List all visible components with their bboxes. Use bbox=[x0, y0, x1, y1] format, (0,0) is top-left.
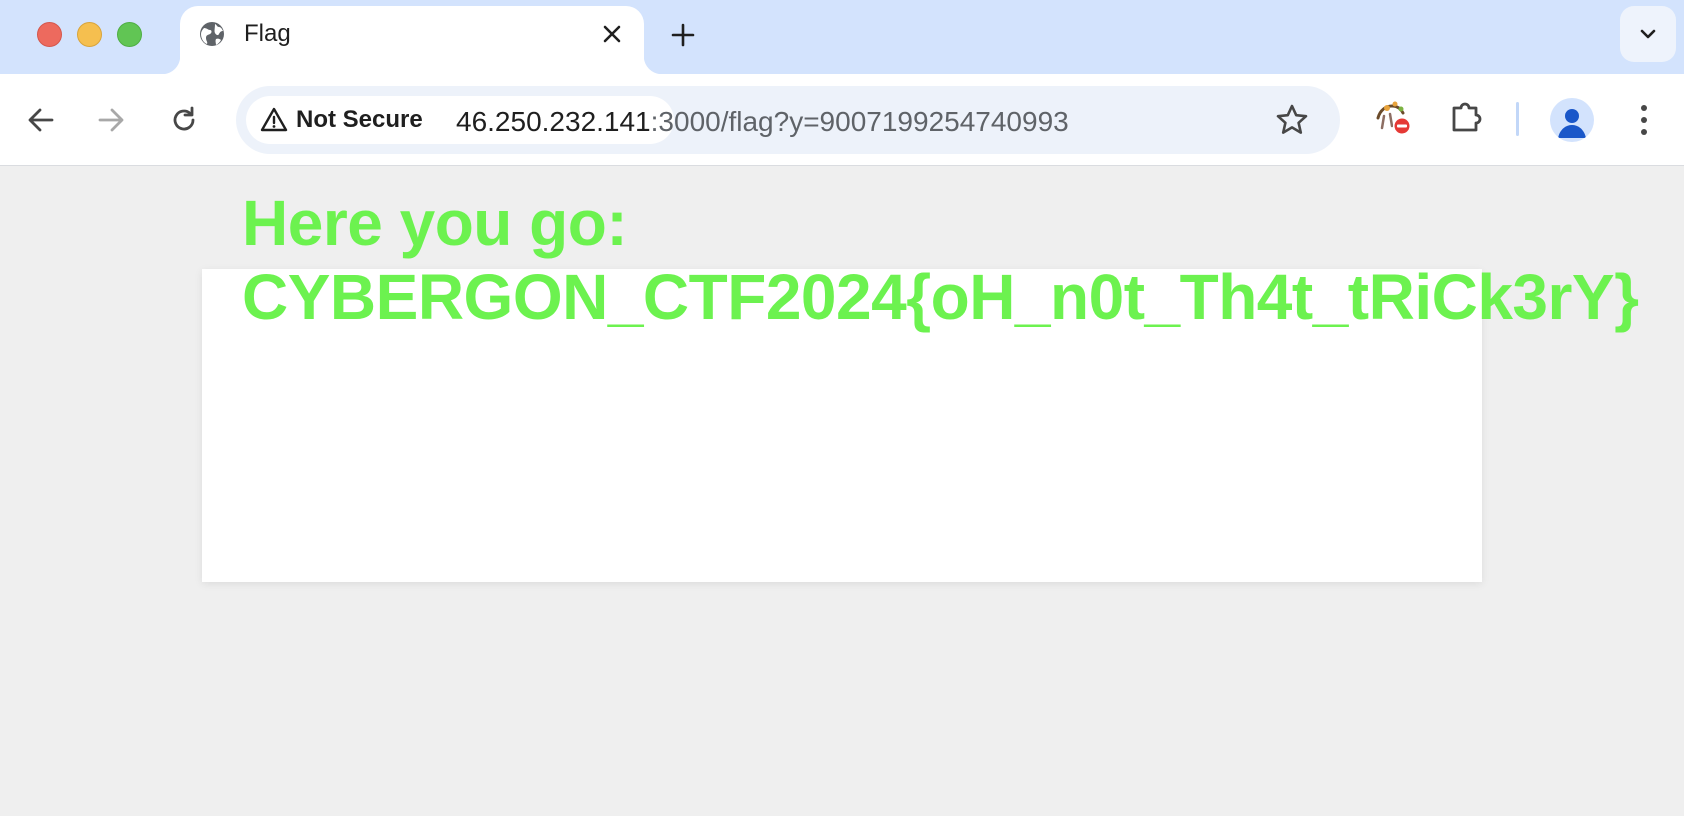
window-close-button[interactable] bbox=[37, 22, 62, 47]
browser-toolbar: Not Secure 46.250.232.141:3000/flag?y=90… bbox=[0, 74, 1684, 166]
url-host: 46.250.232.141 bbox=[456, 106, 651, 137]
heading-line-2: CYBERGON_CTF2024{oH_n0t_Th4t_tRiCk3rY} bbox=[242, 261, 1639, 333]
toolbar-divider bbox=[1516, 102, 1519, 136]
extensions-puzzle-icon[interactable] bbox=[1444, 94, 1488, 138]
tab-close-icon[interactable] bbox=[598, 20, 626, 48]
forward-arrow-icon[interactable] bbox=[92, 101, 130, 139]
window-minimize-button[interactable] bbox=[77, 22, 102, 47]
tab-title: Flag bbox=[244, 20, 291, 47]
more-menu-icon[interactable] bbox=[1626, 100, 1662, 140]
chevron-down-icon bbox=[1640, 29, 1656, 39]
reload-icon[interactable] bbox=[165, 101, 203, 139]
new-tab-plus-icon[interactable] bbox=[668, 20, 698, 50]
bookmark-star-icon[interactable] bbox=[1274, 102, 1310, 138]
flag-heading: Here you go: CYBERGON_CTF2024{oH_n0t_Th4… bbox=[242, 186, 1639, 334]
profile-avatar-icon[interactable] bbox=[1550, 98, 1594, 142]
heading-line-1: Here you go: bbox=[242, 187, 628, 259]
globe-icon bbox=[198, 20, 226, 48]
security-label: Not Secure bbox=[296, 106, 423, 133]
url-text[interactable]: 46.250.232.141:3000/flag?y=9007199254740… bbox=[456, 106, 1069, 138]
back-arrow-icon[interactable] bbox=[22, 101, 60, 139]
url-path: :3000/flag?y=9007199254740993 bbox=[650, 106, 1069, 137]
address-bar[interactable]: Not Secure 46.250.232.141:3000/flag?y=90… bbox=[236, 86, 1340, 154]
tab-flag[interactable]: Flag bbox=[162, 6, 662, 74]
blocked-extension-icon[interactable] bbox=[1372, 94, 1416, 138]
window-maximize-button[interactable] bbox=[117, 22, 142, 47]
warning-triangle-icon bbox=[260, 106, 288, 134]
tab-strip: Flag bbox=[0, 0, 1684, 74]
tab-search-button[interactable] bbox=[1620, 6, 1676, 62]
